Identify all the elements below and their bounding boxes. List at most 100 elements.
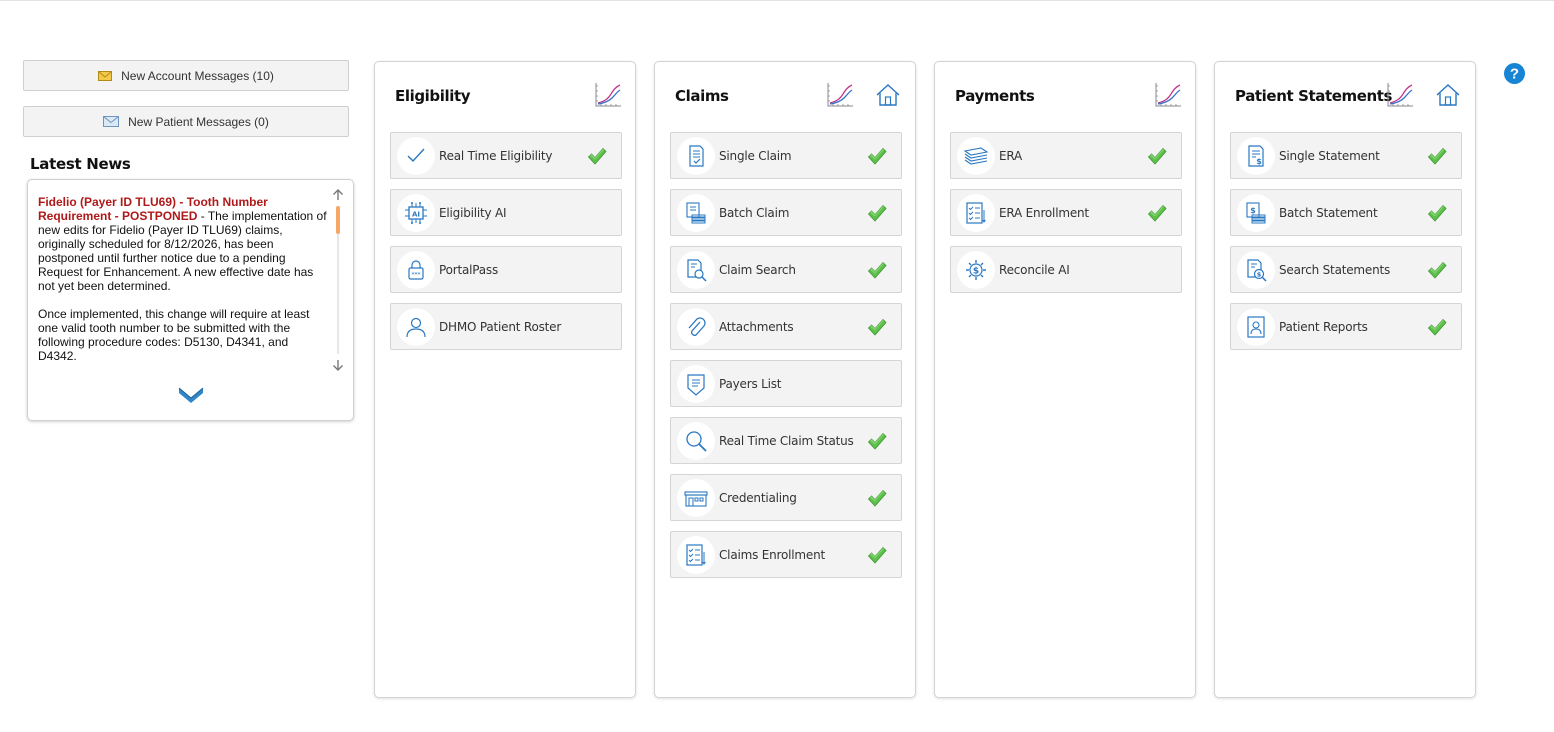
- person-icon: [397, 308, 435, 346]
- green-check-icon: [867, 431, 887, 451]
- panel-actions: [1385, 80, 1463, 110]
- checklist-icon: [957, 194, 995, 232]
- tile-portalpass[interactable]: *** PortalPass: [390, 246, 622, 293]
- money-stack-icon: [957, 137, 995, 175]
- tile-reconcile-ai[interactable]: $ Reconcile AI: [950, 246, 1182, 293]
- tile-label: Reconcile AI: [999, 263, 1070, 277]
- new-account-messages-button[interactable]: New Account Messages (10): [23, 60, 349, 91]
- tile-label: Eligibility AI: [439, 206, 507, 220]
- scroll-thumb[interactable]: [336, 206, 340, 234]
- stacked-documents-icon: [677, 194, 715, 232]
- ai-chip-icon: AI: [397, 194, 435, 232]
- analytics-chart-icon[interactable]: [825, 80, 855, 110]
- green-check-icon: [867, 260, 887, 280]
- tile-label: Payers List: [719, 377, 782, 391]
- tile-label: Search Statements: [1279, 263, 1391, 277]
- panel-actions: [593, 80, 623, 110]
- eligibility-panel: Eligibility Real Time Eligibility AI Eligib…: [374, 61, 636, 698]
- green-check-icon: [1427, 203, 1447, 223]
- document-search-icon: [677, 251, 715, 289]
- analytics-chart-icon[interactable]: [1385, 80, 1415, 110]
- tile-single-statement[interactable]: $ Single Statement: [1230, 132, 1462, 179]
- tile-label: Claims Enrollment: [719, 548, 826, 562]
- tile-claims-enrollment[interactable]: Claims Enrollment: [670, 531, 902, 578]
- green-check-icon: [1147, 146, 1167, 166]
- analytics-chart-icon[interactable]: [1153, 80, 1183, 110]
- tile-era[interactable]: ERA: [950, 132, 1182, 179]
- tile-label: Real Time Eligibility: [439, 149, 553, 163]
- svg-text:$: $: [1257, 271, 1262, 279]
- news-scrollbar[interactable]: [331, 188, 345, 374]
- tile-label: Batch Statement: [1279, 206, 1378, 220]
- lock-icon: ***: [397, 251, 435, 289]
- green-check-icon: [587, 146, 607, 166]
- dollar-document-icon: $: [1237, 137, 1275, 175]
- panel-title: Claims: [675, 87, 729, 105]
- latest-news-heading: Latest News: [30, 155, 131, 173]
- news-content: Fidelio (Payer ID TLU69) - Tooth Number …: [38, 195, 328, 365]
- tile-single-claim[interactable]: Single Claim: [670, 132, 902, 179]
- tile-label: Single Claim: [719, 149, 792, 163]
- new-patient-messages-button[interactable]: New Patient Messages (0): [23, 106, 349, 137]
- news-paragraph: Fidelio (Payer ID TLU69) - Tooth Number …: [38, 195, 328, 293]
- tile-label: Claim Search: [719, 263, 796, 277]
- envelope-icon: [98, 70, 113, 81]
- tile-label: Batch Claim: [719, 206, 790, 220]
- checkmark-icon: [397, 137, 435, 175]
- magnifier-icon: [677, 422, 715, 460]
- tile-eligibility-ai[interactable]: AI Eligibility AI: [390, 189, 622, 236]
- home-icon[interactable]: [873, 80, 903, 110]
- green-check-icon: [1427, 260, 1447, 280]
- green-check-icon: [867, 317, 887, 337]
- help-icon[interactable]: ?: [1503, 62, 1526, 85]
- tile-label: PortalPass: [439, 263, 499, 277]
- scroll-up-arrow-icon[interactable]: [331, 188, 345, 202]
- patient-statements-panel: Patient Statements $ Single Statement $ Batc…: [1214, 61, 1476, 698]
- tile-label: ERA: [999, 149, 1023, 163]
- new-patient-messages-label: New Patient Messages (0): [128, 114, 269, 129]
- payments-panel: Payments ERA ERA Enrollment $ Reconcile AI: [934, 61, 1196, 698]
- dollar-search-icon: $: [1237, 251, 1275, 289]
- green-check-icon: [867, 203, 887, 223]
- tile-real-time-claim-status[interactable]: Real Time Claim Status: [670, 417, 902, 464]
- tile-label: DHMO Patient Roster: [439, 320, 562, 334]
- tile-label: Single Statement: [1279, 149, 1380, 163]
- tile-payers-list[interactable]: Payers List: [670, 360, 902, 407]
- green-check-icon: [1427, 146, 1447, 166]
- checklist-icon: [677, 536, 715, 574]
- tile-label: Patient Reports: [1279, 320, 1368, 334]
- tile-label: Credentialing: [719, 491, 797, 505]
- person-report-icon: [1237, 308, 1275, 346]
- tile-real-time-eligibility[interactable]: Real Time Eligibility: [390, 132, 622, 179]
- tile-label: ERA Enrollment: [999, 206, 1089, 220]
- green-check-icon: [867, 146, 887, 166]
- news-headline-status: POSTPONED: [122, 209, 198, 223]
- dollar-gear-icon: $: [957, 251, 995, 289]
- svg-text:***: ***: [412, 272, 421, 279]
- tile-era-enrollment[interactable]: ERA Enrollment: [950, 189, 1182, 236]
- panel-title: Eligibility: [395, 87, 471, 105]
- tile-label: Attachments: [719, 320, 794, 334]
- tile-batch-claim[interactable]: Batch Claim: [670, 189, 902, 236]
- tile-batch-statement[interactable]: $ Batch Statement: [1230, 189, 1462, 236]
- analytics-chart-icon[interactable]: [593, 80, 623, 110]
- svg-text:?: ?: [1510, 66, 1519, 83]
- chevron-down-icon[interactable]: [178, 386, 204, 404]
- tile-credentialing[interactable]: Credentialing: [670, 474, 902, 521]
- home-icon[interactable]: [1433, 80, 1463, 110]
- panel-title: Patient Statements: [1235, 87, 1393, 105]
- tile-label: Real Time Claim Status: [719, 434, 854, 448]
- panel-actions: [825, 80, 903, 110]
- green-check-icon: [867, 488, 887, 508]
- paperclip-icon: [677, 308, 715, 346]
- stacked-dollar-documents-icon: $: [1237, 194, 1275, 232]
- tile-dhmo-patient-roster[interactable]: DHMO Patient Roster: [390, 303, 622, 350]
- tile-search-statements[interactable]: $ Search Statements: [1230, 246, 1462, 293]
- scroll-down-arrow-icon[interactable]: [331, 358, 345, 372]
- tile-patient-reports[interactable]: Patient Reports: [1230, 303, 1462, 350]
- tile-claim-search[interactable]: Claim Search: [670, 246, 902, 293]
- latest-news-box[interactable]: Fidelio (Payer ID TLU69) - Tooth Number …: [27, 179, 354, 421]
- tile-attachments[interactable]: Attachments: [670, 303, 902, 350]
- svg-text:$: $: [1250, 206, 1256, 215]
- green-check-icon: [1427, 317, 1447, 337]
